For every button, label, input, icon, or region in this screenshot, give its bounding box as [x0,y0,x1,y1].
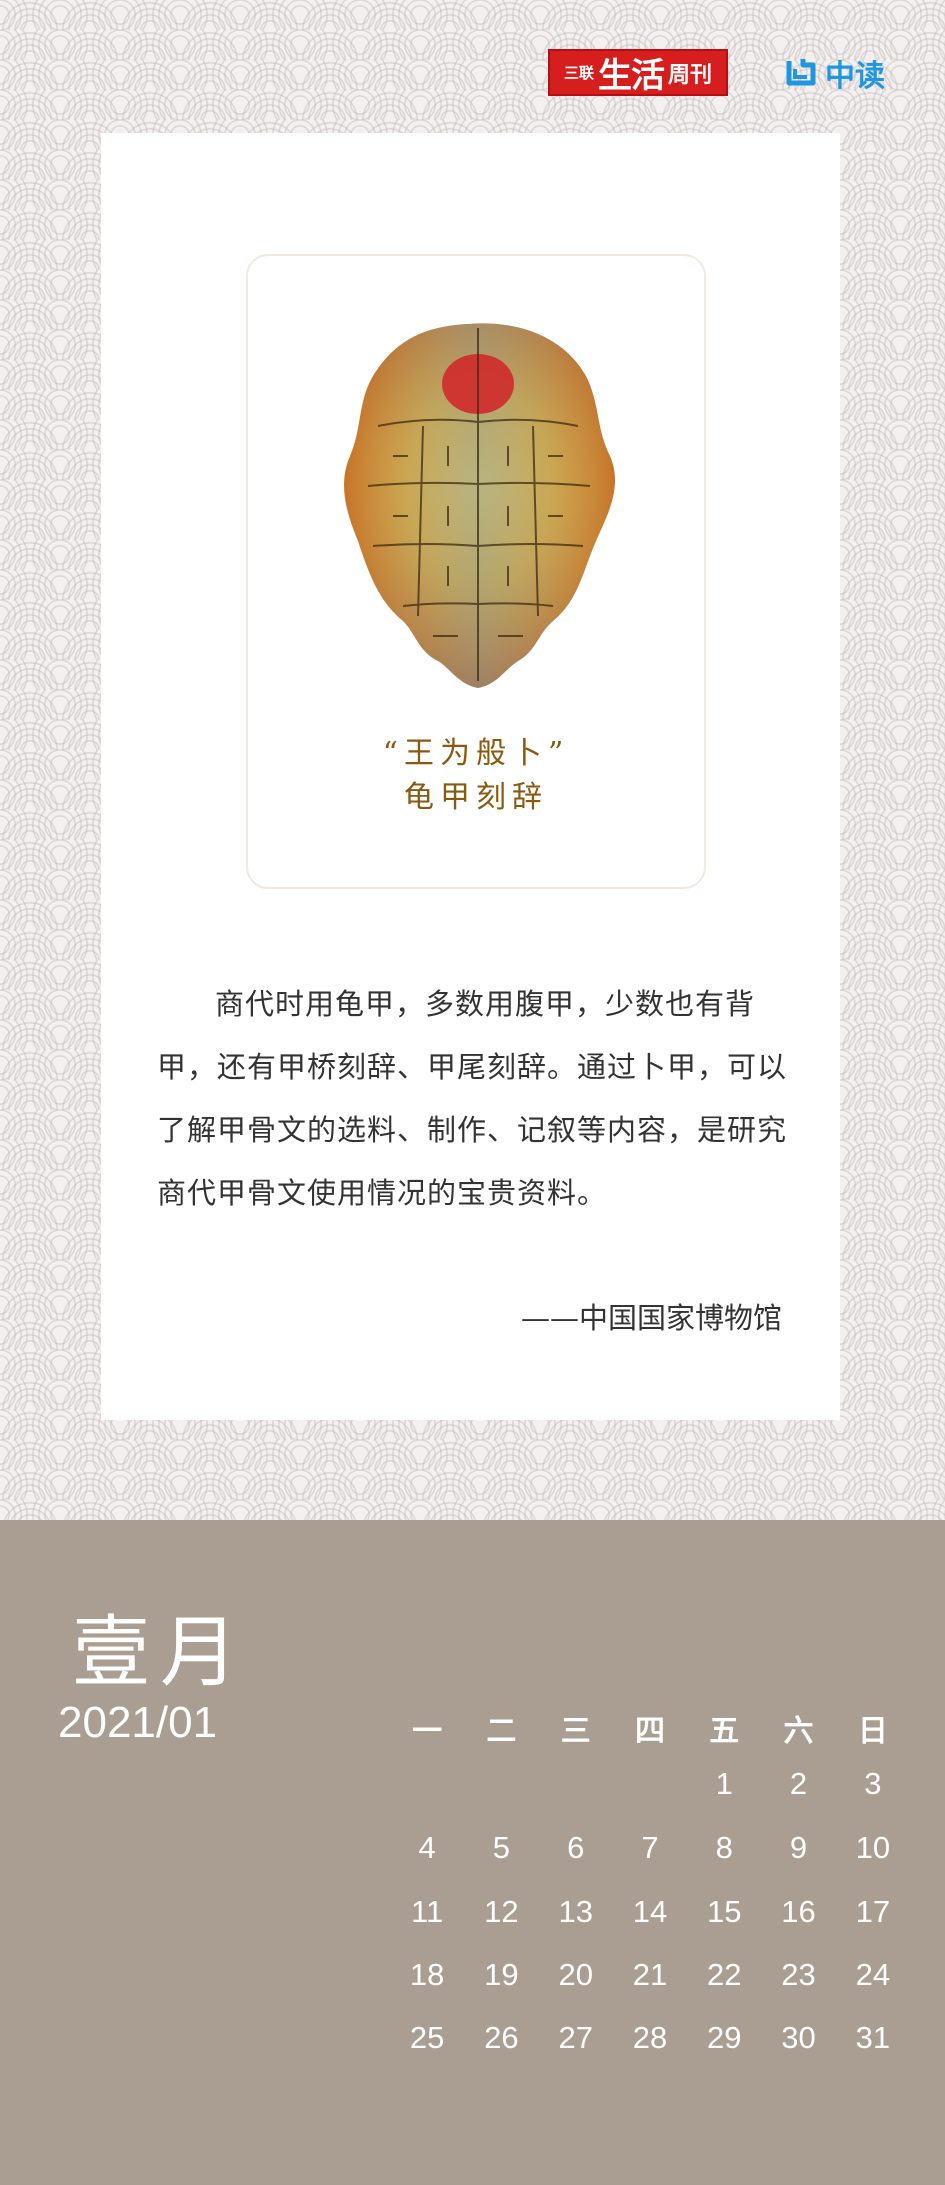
calendar-day: 13 [558,1894,593,1929]
artifact-caption-line1: “王为般卜” [382,736,570,771]
calendar-day: 21 [632,1957,668,1992]
calendar-day: 23 [781,1957,816,1992]
artifact-frame: “王为般卜” 龟甲刻辞 [246,254,706,889]
calendar-day: 19 [484,1957,519,1992]
calendar-day: 11 [411,1894,444,1929]
weekday-label: 六 [783,1714,814,1749]
weekday-label: 五 [709,1714,740,1749]
sanlian-logo-main: 生活 [598,56,665,96]
calendar-day: 8 [715,1830,733,1865]
calendar-day: 27 [558,2020,593,2055]
pattern-background: 三联 生活 周刊 中读 “王为般卜” 龟甲刻辞 商代时用龟甲，多数用腹甲，少数也… [0,0,945,1520]
turtle-shell-image [344,323,616,688]
calendar-day: 5 [492,1830,511,1865]
calendar-day: 30 [781,2020,816,2055]
calendar-day: 14 [632,1894,668,1929]
calendar-day [464,1766,538,1802]
calendar-day: 9 [789,1830,808,1865]
sanlian-logo-suffix: 周刊 [668,62,713,88]
calendar-day [539,1766,613,1802]
calendar-day: 7 [641,1830,659,1865]
calendar-day: 24 [855,1957,891,1992]
calendar-day: 29 [707,2020,742,2055]
artifact-caption: “王为般卜” 龟甲刻辞 [248,732,704,820]
calendar-day: 1 [715,1766,733,1801]
calendar-day: 6 [567,1830,585,1865]
calendar-day: 28 [632,2020,668,2055]
weekday-label: 三 [560,1714,591,1749]
calendar-day: 17 [855,1894,891,1929]
zhongdu-logo-text: 中读 [825,59,885,94]
calendar-day: 22 [707,1957,742,1992]
calendar-day: 25 [409,2020,445,2055]
artifact-caption-line2: 龟甲刻辞 [404,780,548,815]
calendar-day: 26 [484,2020,519,2055]
calendar-day [390,1766,464,1802]
calendar-day: 15 [707,1894,742,1929]
calendar-day: 12 [484,1894,519,1929]
content-card: “王为般卜” 龟甲刻辞 商代时用龟甲，多数用腹甲，少数也有背甲，还有甲桥刻辞、甲… [101,133,840,1420]
calendar-week-row: 25 26 27 28 29 30 31 [390,2020,910,2056]
calendar-day: 4 [418,1830,436,1865]
calendar-day: 18 [409,1957,445,1992]
weekday-header: 一 二 三 四 五 六 日 [390,1706,910,1750]
calendar-section: 壹月 2021/01 一 二 三 四 五 六 日 1 2 3 4 5 6 7 8… [0,1520,945,2185]
calendar-day: 2 [789,1766,808,1801]
zhongdu-logo-icon [786,59,816,86]
calendar-day [613,1766,687,1802]
calendar-week-row: 1 2 3 [390,1766,910,1802]
zhongdu-logo: 中读 [783,52,885,94]
sanlian-logo-mark: 三联 [563,64,594,82]
month-name: 壹月 [72,1608,249,1698]
calendar-week-row: 4 5 6 7 8 9 10 [390,1830,910,1866]
calendar-day: 20 [558,1957,593,1992]
year-month-label: 2021/01 [58,1698,218,1747]
calendar-week-row: 18 19 20 21 22 23 24 [390,1957,910,1993]
description-text: 商代时用龟甲，多数用腹甲，少数也有背甲，还有甲桥刻辞、甲尾刻辞。通过卜甲，可以了… [157,987,788,1210]
weekday-label: 四 [634,1714,665,1749]
source-attribution: ——中国国家博物馆 [520,1301,782,1335]
calendar-week-row: 11 12 13 14 15 16 17 [390,1894,910,1930]
calendar-day: 3 [864,1766,882,1801]
weekday-label: 一 [412,1714,443,1749]
calendar-day: 31 [855,2020,891,2055]
weekday-label: 二 [486,1714,517,1749]
sanlian-logo: 三联 生活 周刊 [548,49,728,96]
weekday-label: 日 [857,1714,888,1749]
calendar-day: 16 [781,1894,816,1929]
calendar-day: 10 [855,1830,891,1865]
